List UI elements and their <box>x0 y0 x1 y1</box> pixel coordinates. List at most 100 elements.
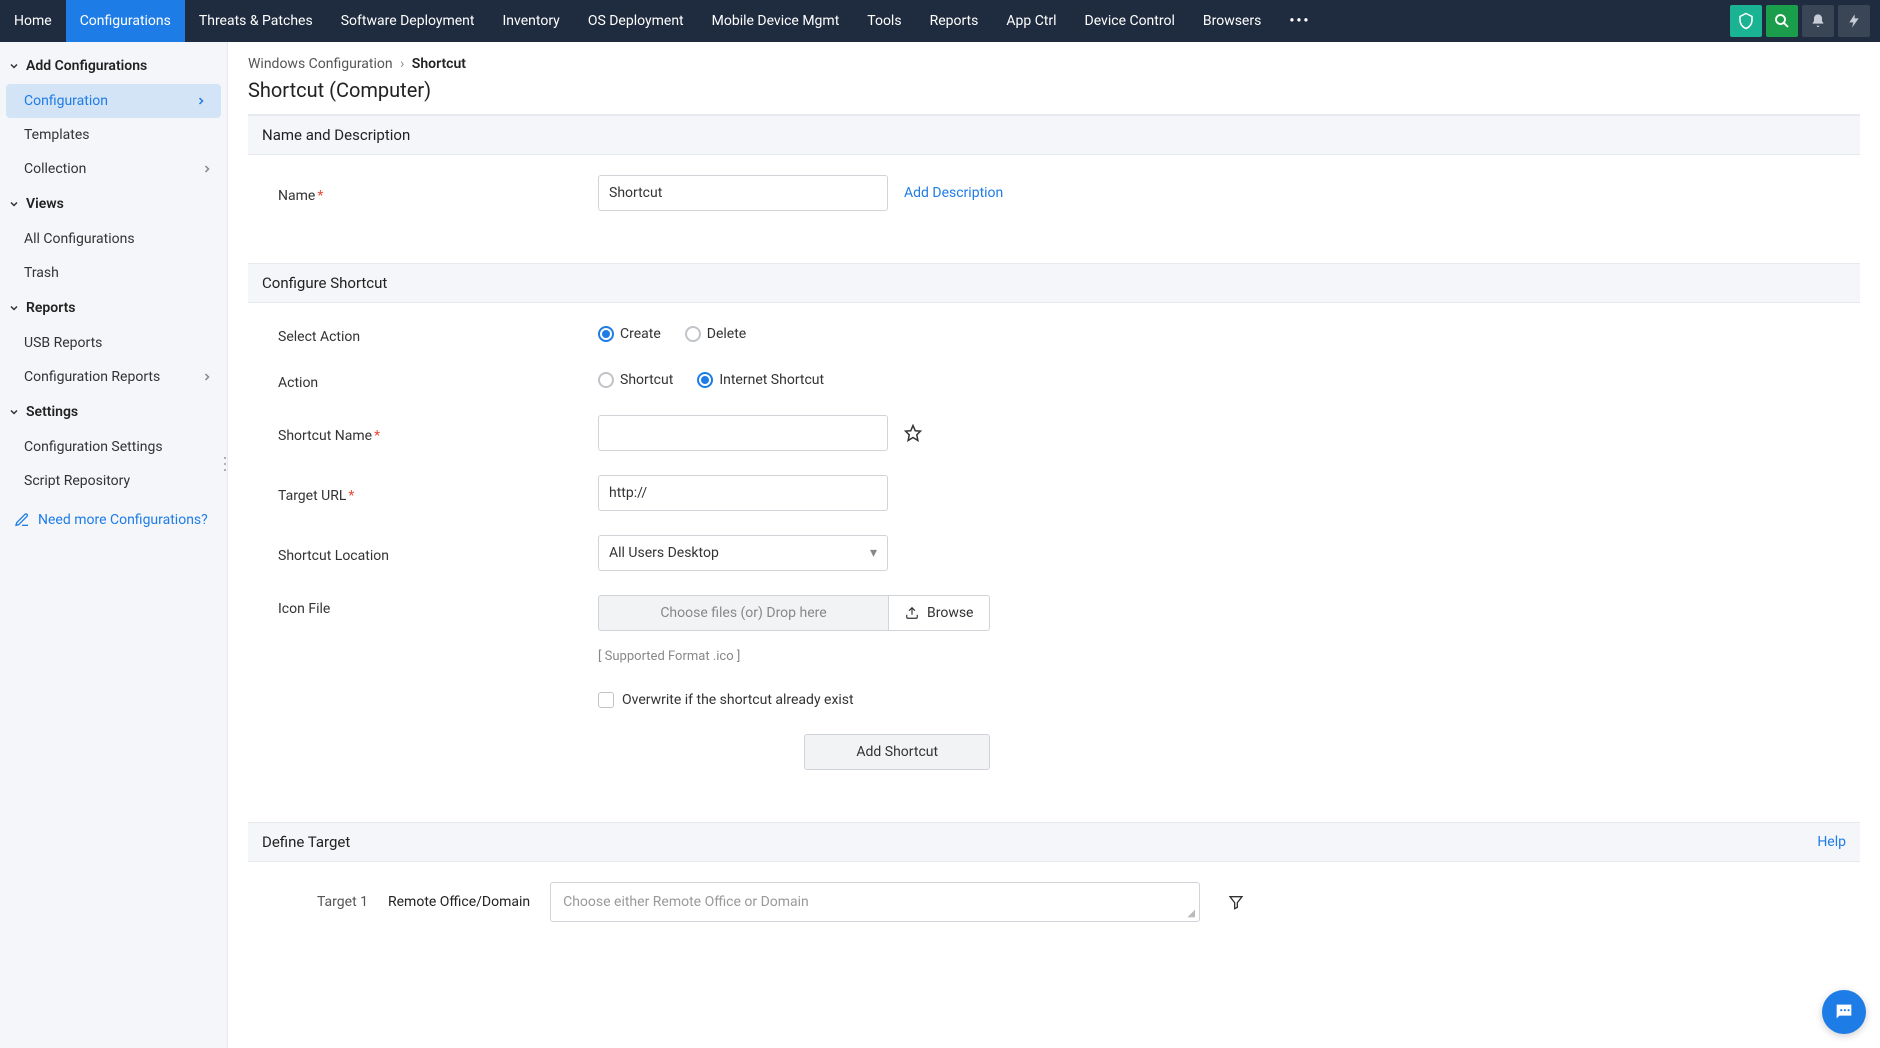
sidebar-item-configuration-reports[interactable]: Configuration Reports <box>0 360 227 394</box>
supported-format-hint: [ Supported Format .ico ] <box>598 649 990 664</box>
radio-delete[interactable]: Delete <box>685 326 746 342</box>
nav-app-ctrl[interactable]: App Ctrl <box>992 0 1070 42</box>
nav-inventory[interactable]: Inventory <box>489 0 574 42</box>
label-name-text: Name <box>278 188 315 204</box>
radio-icon <box>697 372 713 388</box>
sidebar-group-label: Views <box>26 196 64 212</box>
help-link[interactable]: Help <box>1817 834 1846 850</box>
target-url-input[interactable] <box>598 475 888 511</box>
nav-configurations[interactable]: Configurations <box>66 0 185 42</box>
chevron-right-icon <box>195 95 207 107</box>
sidebar-item-label: Collection <box>24 161 86 177</box>
search-icon-button[interactable] <box>1766 5 1798 37</box>
nav-os-deployment[interactable]: OS Deployment <box>574 0 698 42</box>
nav-more[interactable]: ••• <box>1275 0 1324 42</box>
add-shortcut-button[interactable]: Add Shortcut <box>804 734 990 770</box>
nav-tools[interactable]: Tools <box>853 0 915 42</box>
quick-actions-icon-button[interactable] <box>1838 5 1870 37</box>
select-value: All Users Desktop <box>609 545 719 561</box>
section-header-name-description: Name and Description <box>248 115 1860 155</box>
radio-icon <box>598 326 614 342</box>
shortcut-name-input[interactable] <box>598 415 888 451</box>
browse-button[interactable]: Browse <box>888 595 990 631</box>
add-description-link[interactable]: Add Description <box>904 185 1003 201</box>
need-more-configurations-link[interactable]: Need more Configurations? <box>0 498 227 542</box>
target-row-1: Target 1 Remote Office/Domain Choose eit… <box>248 862 1860 942</box>
lightning-icon <box>1846 13 1862 29</box>
breadcrumb-current: Shortcut <box>412 56 466 72</box>
filter-icon[interactable] <box>1228 894 1244 910</box>
name-input[interactable] <box>598 175 888 211</box>
sidebar-group-label: Settings <box>26 404 78 420</box>
sidebar-group-views[interactable]: Views <box>0 186 227 222</box>
required-marker: * <box>374 428 380 444</box>
sidebar-item-label: Configuration Settings <box>24 439 163 455</box>
breadcrumb-parent[interactable]: Windows Configuration <box>248 56 393 72</box>
breadcrumb-sep-icon: › <box>400 56 404 72</box>
section-body-name-description: Name* Add Description <box>248 155 1860 263</box>
sidebar-item-script-repository[interactable]: Script Repository <box>0 464 227 498</box>
label-remote-office-domain: Remote Office/Domain <box>388 894 530 910</box>
page-title: Shortcut (Computer) <box>248 78 1860 102</box>
sidebar-item-label: Configuration Reports <box>24 369 160 385</box>
resize-grip-icon: ◢ <box>1187 908 1195 919</box>
label-icon-file: Icon File <box>278 595 598 617</box>
sidebar-group-reports[interactable]: Reports <box>0 290 227 326</box>
label-shortcut-name-text: Shortcut Name <box>278 428 372 444</box>
sidebar-group-settings[interactable]: Settings <box>0 394 227 430</box>
section-title: Name and Description <box>262 126 410 144</box>
nav-reports[interactable]: Reports <box>916 0 993 42</box>
star-icon[interactable] <box>904 424 922 442</box>
label-target-url-text: Target URL <box>278 488 346 504</box>
chevron-right-icon <box>201 163 213 175</box>
sidebar-item-label: Configuration <box>24 93 108 109</box>
chevron-right-icon <box>201 371 213 383</box>
sidebar-item-configuration[interactable]: Configuration <box>6 84 221 118</box>
chevron-down-icon <box>8 302 20 314</box>
radio-shortcut[interactable]: Shortcut <box>598 372 673 388</box>
sidebar-group-add-configurations[interactable]: Add Configurations <box>0 48 227 84</box>
nav-threats-patches[interactable]: Threats & Patches <box>185 0 327 42</box>
sidebar-item-all-configurations[interactable]: All Configurations <box>0 222 227 256</box>
remote-office-domain-select[interactable]: Choose either Remote Office or Domain ◢ <box>550 882 1200 922</box>
sidebar-item-collection[interactable]: Collection <box>0 152 227 186</box>
nav-browsers[interactable]: Browsers <box>1189 0 1275 42</box>
shield-icon <box>1737 12 1755 30</box>
overwrite-checkbox-row[interactable]: Overwrite if the shortcut already exist <box>598 692 990 708</box>
nav-mobile-device-mgmt[interactable]: Mobile Device Mgmt <box>698 0 854 42</box>
sidebar-item-label: Trash <box>24 265 59 281</box>
label-shortcut-location: Shortcut Location <box>278 542 598 564</box>
sidebar-resize-handle[interactable] <box>221 452 228 476</box>
nav-home[interactable]: Home <box>0 0 66 42</box>
bell-icon <box>1810 13 1826 29</box>
section-header-define-target: Define Target Help <box>248 822 1860 862</box>
radio-create[interactable]: Create <box>598 326 661 342</box>
section-title: Define Target <box>262 833 350 851</box>
shortcut-location-select[interactable]: All Users Desktop ▾ <box>598 535 888 571</box>
section-body-configure-shortcut: Select Action Create Delete Action <box>248 303 1860 822</box>
caret-down-icon: ▾ <box>870 545 877 561</box>
sidebar-item-templates[interactable]: Templates <box>0 118 227 152</box>
chevron-down-icon <box>8 406 20 418</box>
top-nav: Home Configurations Threats & Patches So… <box>0 0 1880 42</box>
radio-internet-shortcut[interactable]: Internet Shortcut <box>697 372 824 388</box>
overwrite-label: Overwrite if the shortcut already exist <box>622 692 854 708</box>
shield-icon-button[interactable] <box>1730 5 1762 37</box>
sidebar-item-label: Templates <box>24 127 90 143</box>
notifications-icon-button[interactable] <box>1802 5 1834 37</box>
sidebar-item-trash[interactable]: Trash <box>0 256 227 290</box>
icon-file-dropzone[interactable]: Choose files (or) Drop here <box>598 595 888 631</box>
label-target-url: Target URL* <box>278 482 598 504</box>
nav-software-deployment[interactable]: Software Deployment <box>327 0 489 42</box>
chat-bubble[interactable] <box>1822 990 1866 1034</box>
checkbox-icon <box>598 692 614 708</box>
required-marker: * <box>348 488 354 504</box>
top-nav-right <box>1730 0 1880 42</box>
radio-label: Shortcut <box>620 372 673 388</box>
sidebar-item-configuration-settings[interactable]: Configuration Settings <box>0 430 227 464</box>
need-more-label: Need more Configurations? <box>38 512 208 528</box>
nav-device-control[interactable]: Device Control <box>1071 0 1189 42</box>
sidebar-item-usb-reports[interactable]: USB Reports <box>0 326 227 360</box>
section-header-configure-shortcut: Configure Shortcut <box>248 263 1860 303</box>
label-shortcut-name: Shortcut Name* <box>278 422 598 444</box>
